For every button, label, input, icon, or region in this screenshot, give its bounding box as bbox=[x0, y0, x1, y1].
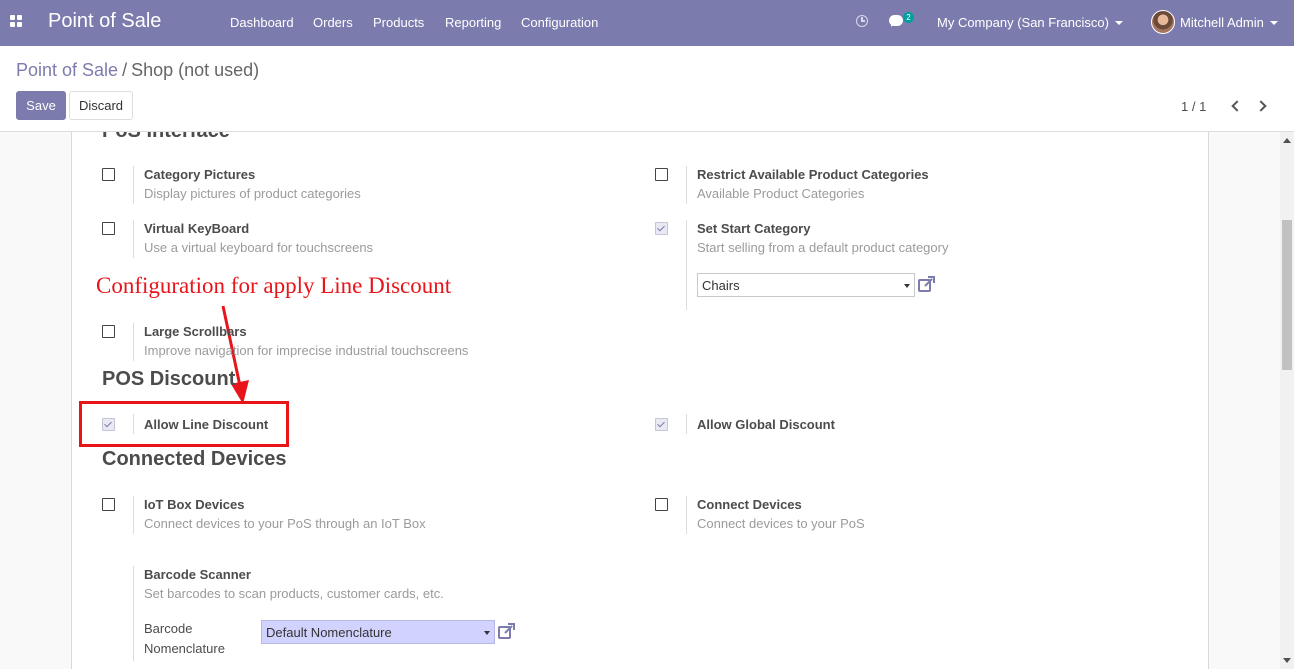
iot-box-title: IoT Box Devices bbox=[144, 497, 245, 512]
activity-clock-icon[interactable] bbox=[856, 15, 868, 27]
category-pictures-title: Category Pictures bbox=[144, 167, 256, 182]
category-pictures-desc: Display pictures of product categories bbox=[144, 186, 361, 201]
menu-configuration[interactable]: Configuration bbox=[521, 15, 598, 30]
discard-button[interactable]: Discard bbox=[69, 91, 133, 120]
breadcrumb-parent[interactable]: Point of Sale bbox=[16, 60, 118, 80]
divider bbox=[686, 414, 687, 434]
pager-previous-button[interactable] bbox=[1229, 99, 1243, 113]
app-brand[interactable]: Point of Sale bbox=[48, 10, 161, 33]
messages-icon[interactable] bbox=[889, 15, 903, 27]
company-name: My Company (San Francisco) bbox=[937, 15, 1109, 30]
chevron-down-icon bbox=[1114, 20, 1123, 25]
company-switcher[interactable]: My Company (San Francisco) bbox=[937, 15, 1123, 30]
start-category-value: Chairs bbox=[702, 278, 740, 293]
global-discount-checkbox[interactable] bbox=[655, 418, 668, 431]
vertical-scrollbar[interactable] bbox=[1280, 132, 1294, 669]
divider bbox=[686, 220, 687, 310]
barcode-scanner-desc: Set barcodes to scan products, customer … bbox=[144, 586, 444, 601]
global-discount-title: Allow Global Discount bbox=[697, 417, 835, 432]
external-link-icon[interactable] bbox=[498, 623, 516, 641]
divider bbox=[133, 166, 134, 204]
barcode-nomenclature-value: Default Nomenclature bbox=[266, 625, 392, 640]
large-scrollbars-title: Large Scrollbars bbox=[144, 324, 247, 339]
divider bbox=[686, 166, 687, 204]
divider bbox=[133, 323, 134, 361]
section-title-connected-devices: Connected Devices bbox=[102, 448, 287, 470]
menu-reporting[interactable]: Reporting bbox=[445, 15, 501, 30]
barcode-scanner-title: Barcode Scanner bbox=[144, 567, 251, 582]
scroll-down-icon[interactable] bbox=[1283, 658, 1291, 663]
scroll-up-icon[interactable] bbox=[1283, 138, 1291, 143]
divider bbox=[133, 220, 134, 258]
breadcrumb-current: Shop (not used) bbox=[131, 60, 260, 80]
virtual-keyboard-desc: Use a virtual keyboard for touchscreens bbox=[144, 240, 374, 255]
barcode-nomenclature-label: Barcode Nomenclature bbox=[144, 619, 225, 659]
dropdown-caret-icon bbox=[904, 284, 910, 288]
restrict-categories-desc: Available Product Categories bbox=[697, 186, 865, 201]
barcode-label-line2: Nomenclature bbox=[144, 641, 225, 656]
virtual-keyboard-title: Virtual KeyBoard bbox=[144, 221, 250, 236]
connect-devices-title: Connect Devices bbox=[697, 497, 802, 512]
large-scrollbars-checkbox[interactable] bbox=[102, 325, 115, 338]
section-title-pos-discount: POS Discount bbox=[102, 368, 236, 390]
section-title-pos-interface: PoS Interface bbox=[102, 132, 230, 143]
annotation-text: Configuration for apply Line Discount bbox=[96, 273, 452, 298]
scroll-thumb[interactable] bbox=[1282, 220, 1292, 370]
breadcrumb: Point of Sale / Shop (not used) bbox=[16, 60, 259, 81]
start-category-select[interactable]: Chairs bbox=[697, 273, 915, 297]
menu-orders[interactable]: Orders bbox=[313, 15, 353, 30]
user-avatar[interactable] bbox=[1151, 10, 1175, 34]
start-category-checkbox[interactable] bbox=[655, 222, 668, 235]
connect-devices-checkbox[interactable] bbox=[655, 498, 668, 511]
top-navbar: Point of Sale Dashboard Orders Products … bbox=[0, 0, 1294, 46]
chevron-down-icon bbox=[1269, 20, 1278, 25]
pager-value: 1 / 1 bbox=[1181, 99, 1207, 114]
divider bbox=[133, 566, 134, 661]
menu-products[interactable]: Products bbox=[373, 15, 424, 30]
divider bbox=[686, 496, 687, 534]
control-panel: Point of Sale / Shop (not used) Save Disca… bbox=[0, 46, 1294, 132]
category-pictures-checkbox[interactable] bbox=[102, 168, 115, 181]
chevron-left-icon bbox=[1231, 100, 1243, 112]
save-button[interactable]: Save bbox=[16, 91, 66, 120]
user-menu[interactable]: Mitchell Admin bbox=[1180, 15, 1278, 30]
start-category-title: Set Start Category bbox=[697, 221, 811, 236]
section-clip: PoS Interface bbox=[71, 132, 1209, 144]
virtual-keyboard-checkbox[interactable] bbox=[102, 222, 115, 235]
apps-menu-icon[interactable] bbox=[10, 15, 23, 28]
breadcrumb-separator: / bbox=[122, 60, 128, 80]
iot-box-checkbox[interactable] bbox=[102, 498, 115, 511]
barcode-nomenclature-select[interactable]: Default Nomenclature bbox=[261, 620, 495, 644]
messages-count-badge: 2 bbox=[903, 12, 914, 23]
large-scrollbars-desc: Improve navigation for imprecise industr… bbox=[144, 343, 469, 358]
divider bbox=[133, 414, 134, 434]
menu-dashboard[interactable]: Dashboard bbox=[230, 15, 294, 30]
connect-devices-desc: Connect devices to your PoS bbox=[697, 516, 865, 531]
user-name: Mitchell Admin bbox=[1180, 15, 1264, 30]
divider bbox=[133, 496, 134, 534]
external-link-icon[interactable] bbox=[918, 276, 936, 294]
line-discount-checkbox[interactable] bbox=[102, 418, 115, 431]
restrict-categories-checkbox[interactable] bbox=[655, 168, 668, 181]
pager-next-button[interactable] bbox=[1255, 99, 1270, 113]
dropdown-caret-icon bbox=[484, 631, 490, 635]
restrict-categories-title: Restrict Available Product Categories bbox=[697, 167, 929, 182]
chevron-right-icon bbox=[1255, 100, 1267, 112]
barcode-label-line1: Barcode bbox=[144, 621, 193, 636]
start-category-desc: Start selling from a default product cat… bbox=[697, 240, 949, 255]
line-discount-title: Allow Line Discount bbox=[144, 417, 269, 432]
iot-box-desc: Connect devices to your PoS through an I… bbox=[144, 516, 426, 531]
